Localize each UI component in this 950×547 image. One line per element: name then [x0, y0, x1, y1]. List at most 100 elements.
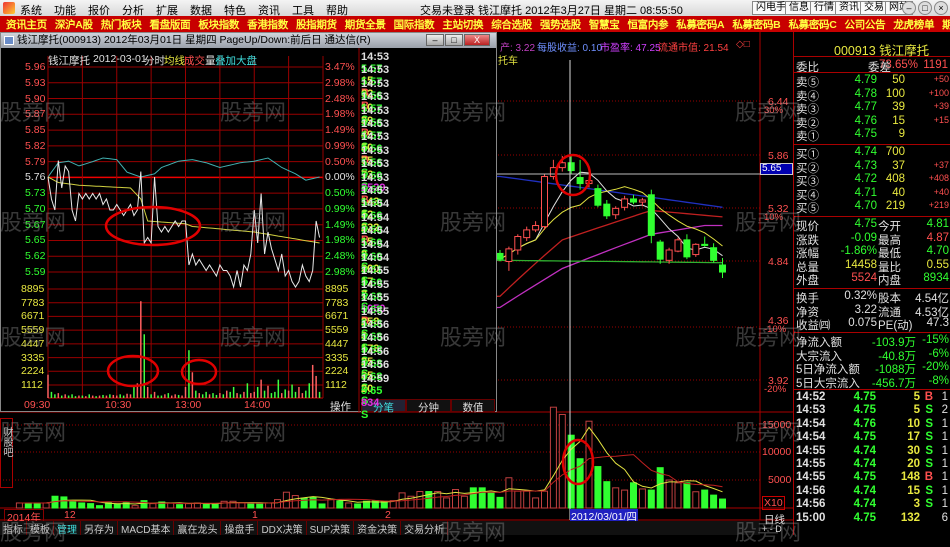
- top-button[interactable]: 行情: [810, 1, 838, 15]
- nav-item[interactable]: 私募密码C: [784, 17, 840, 32]
- toolbar-item[interactable]: 资金决策: [354, 521, 402, 536]
- toolbar-item[interactable]: DDX决策: [258, 521, 307, 536]
- volume-axis-label: 6671: [21, 310, 45, 323]
- volume-toggle[interactable]: 成交: [184, 53, 205, 68]
- trade-time: 14:53: [361, 77, 390, 90]
- avg-line-toggle[interactable]: 均线: [164, 53, 185, 68]
- tick-side: S: [925, 498, 933, 511]
- top-button[interactable]: 资讯: [835, 1, 863, 15]
- tick-price: 4.75: [853, 391, 876, 403]
- stat-value: 5524: [851, 272, 877, 285]
- tick-time: 14:56: [796, 484, 826, 497]
- candle-up: [505, 248, 513, 262]
- pct-axis-label: 1.49%: [325, 218, 355, 231]
- nav-item[interactable]: 强势选股: [536, 17, 585, 32]
- intraday-stock-name: 钱江摩托: [48, 55, 90, 67]
- trade-row: 14:54 5.60 8 S: [361, 225, 496, 273]
- pct-axis-label: 2.48%: [325, 92, 355, 105]
- nav-item[interactable]: 期货全景: [341, 17, 390, 32]
- nav-item[interactable]: 恒富内参: [623, 17, 672, 32]
- divider: [794, 72, 950, 73]
- toolbar-item[interactable]: SUP决策: [307, 521, 355, 536]
- nav-item[interactable]: 智慧宝: [585, 17, 624, 32]
- nav-item[interactable]: 公司公告: [841, 17, 890, 32]
- toolbar-item[interactable]: 另存为: [81, 521, 118, 536]
- toolbar-item[interactable]: 管理: [54, 521, 81, 536]
- price-axis-label: 5.86: [768, 150, 789, 162]
- overlay-index-toggle[interactable]: 叠加大盘: [215, 53, 257, 68]
- nav-item[interactable]: 综合选股: [487, 17, 536, 32]
- volume-bar: [256, 503, 264, 509]
- zoom-controls[interactable]: + - D: [762, 524, 782, 534]
- bid-change: +37: [933, 159, 949, 170]
- toolbar-item[interactable]: 模板: [27, 521, 54, 536]
- operate-button[interactable]: 操作: [330, 399, 351, 414]
- divider: [794, 389, 950, 390]
- volume-bar: [647, 489, 655, 509]
- tick-count: 2: [941, 404, 948, 417]
- bid-price: 4.74: [854, 146, 877, 158]
- candle-up: [674, 239, 682, 252]
- nav-item[interactable]: 资讯主页: [2, 17, 51, 32]
- top-button[interactable]: 交易: [860, 1, 888, 15]
- nav-item[interactable]: 私募密码B: [728, 17, 784, 32]
- fund-label: 收益㈣: [796, 320, 831, 333]
- candle-down: [701, 243, 709, 246]
- trade-time: 14:53: [361, 158, 390, 171]
- trade-time: 14:54: [361, 238, 390, 251]
- trade-row: 14:54 5.61 17 S: [361, 252, 496, 300]
- nav-item[interactable]: 香港指数: [243, 17, 292, 32]
- close-icon[interactable]: ×: [934, 1, 948, 15]
- nav-item[interactable]: 龙虎榜单: [889, 17, 938, 32]
- bid-change: +219: [928, 200, 949, 211]
- candle-up: [514, 236, 522, 251]
- trade-row: 14:53 5.56 49 S: [361, 105, 496, 153]
- bid-volume: 219: [885, 200, 905, 213]
- pct-axis-label: -10%: [764, 324, 787, 335]
- candle-up: [638, 199, 646, 203]
- pct-axis-label: 1.98%: [325, 234, 355, 247]
- price-axis-label: 5.85: [25, 124, 46, 137]
- nav-item[interactable]: 深沪A股: [51, 17, 97, 32]
- maximize-icon[interactable]: □: [918, 1, 932, 15]
- nav-item[interactable]: 股指期货: [292, 17, 341, 32]
- nav-item[interactable]: 看盘版面: [146, 17, 195, 32]
- toolbar-item[interactable]: MACD基本: [118, 521, 175, 536]
- toolbar-item[interactable]: 交易分析: [401, 521, 449, 536]
- tick-volume: 30: [907, 444, 920, 457]
- volume-bar: [443, 497, 451, 509]
- avg-price-line: [47, 176, 320, 244]
- volume-bar: [665, 479, 673, 509]
- stat-value: -1.86%: [840, 245, 877, 258]
- volume-bar: [701, 489, 709, 509]
- stat-value: 4.87: [926, 231, 949, 244]
- ask-price: 4.79: [854, 74, 877, 86]
- tick-time: 14:54: [796, 417, 826, 430]
- top-button[interactable]: 信息: [785, 1, 813, 15]
- nav-item[interactable]: 板块指数: [194, 17, 243, 32]
- bid-price: 4.73: [854, 159, 877, 172]
- trade-row: 14:55 5.68 3 S: [361, 306, 496, 354]
- volume-bar: [291, 495, 299, 509]
- toolbar-item[interactable]: 操盘手: [221, 521, 259, 536]
- nav-item[interactable]: 热门板块: [97, 17, 146, 32]
- trade-row: 14:56 5.68 20 S: [361, 359, 496, 407]
- nav-item[interactable]: 私募密码A: [672, 17, 728, 32]
- bid-volume: 40: [892, 186, 905, 199]
- kline-header-icons[interactable]: ◇□: [736, 39, 750, 50]
- candle-down: [710, 247, 718, 261]
- toolbar-item[interactable]: 指标: [0, 521, 27, 536]
- side-tab[interactable]: 财股吧: [0, 418, 13, 488]
- minimize-icon[interactable]: –: [902, 1, 916, 15]
- nav-item[interactable]: 期货龙虎: [938, 17, 950, 32]
- tick-volume: 132: [900, 511, 920, 524]
- nav-item[interactable]: 主站切换: [438, 17, 487, 32]
- ask-volume: 39: [892, 101, 905, 114]
- tick-volume: 5: [913, 404, 920, 417]
- price-axis-label: 5.62: [25, 250, 46, 263]
- toolbar-item[interactable]: 赢在龙头: [174, 521, 222, 536]
- trade-row: 14:53 5.60 143 S: [361, 172, 496, 220]
- candle-down: [603, 203, 611, 217]
- volume-bar: [549, 406, 557, 509]
- nav-item[interactable]: 国际指数: [390, 17, 439, 32]
